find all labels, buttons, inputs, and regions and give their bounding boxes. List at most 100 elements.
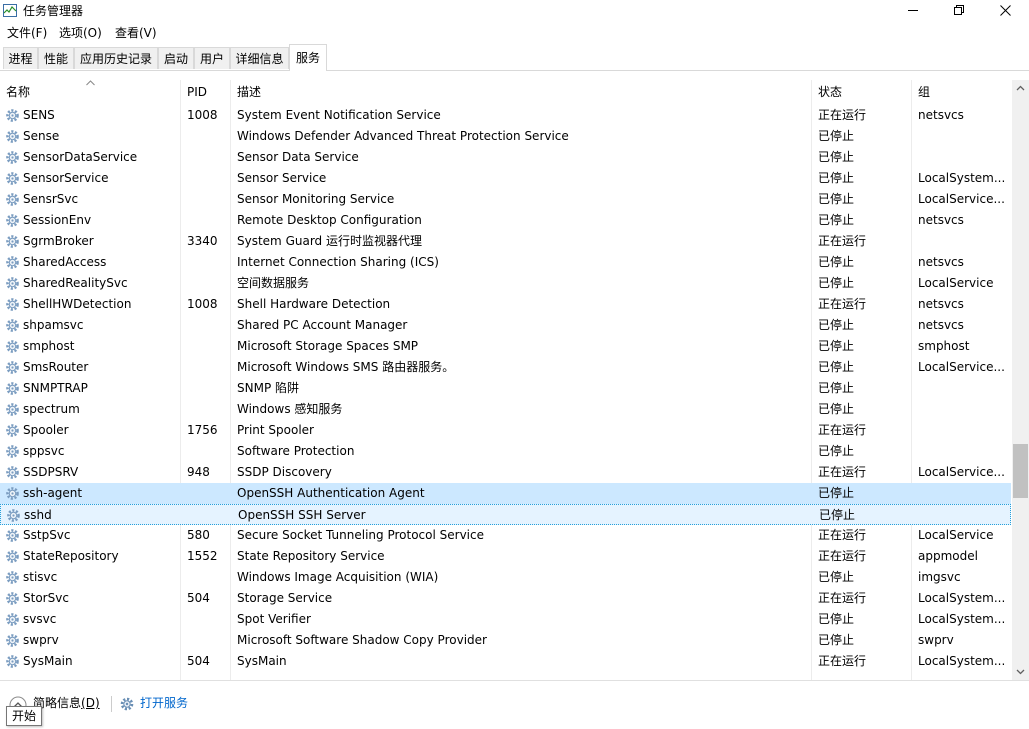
service-group: smphost [918, 339, 970, 353]
service-description: State Repository Service [237, 549, 385, 563]
service-status: 已停止 [818, 486, 855, 500]
service-name: Spooler [23, 423, 69, 437]
service-gear-icon [6, 172, 19, 185]
footer-bar: 简略信息(D) 打开服务 开始 [0, 680, 1029, 729]
scroll-down-button[interactable] [1012, 663, 1029, 680]
menu-file[interactable]: 文件(F) [7, 25, 47, 41]
service-name: SNMPTRAP [23, 381, 88, 395]
table-row[interactable]: SmsRouter Microsoft Windows SMS 路由器服务。 已停止… [0, 357, 1011, 378]
services-table: 名称 PID 描述 状态 组 SENS 1008 System Event Noti… [0, 80, 1013, 680]
service-gear-icon [6, 550, 19, 563]
service-pid [187, 273, 232, 294]
service-pid [187, 609, 232, 630]
menu-view[interactable]: 查看(V) [115, 25, 157, 41]
service-group: LocalSystem... [918, 591, 1006, 605]
service-group: LocalService... [918, 465, 1005, 479]
service-gear-icon [6, 361, 19, 374]
service-pid [187, 147, 232, 168]
table-row[interactable]: swprv Microsoft Software Shadow Copy Prov… [0, 630, 1011, 651]
service-pid [188, 505, 233, 526]
table-row[interactable]: SSDPSRV 948 SSDP Discovery 正在运行 LocalService… [0, 462, 1011, 483]
table-row[interactable]: sppsvc Software Protection 已停止 [0, 441, 1011, 462]
minimize-button[interactable] [891, 0, 937, 22]
table-row[interactable]: shpamsvc Shared PC Account Manager 已停止 nets… [0, 315, 1011, 336]
task-manager-window: 任务管理器 文件(F) 选项(O) 查看(V) 进程 性能 应用历史记录 启动 … [0, 0, 1029, 729]
service-pid [187, 357, 232, 378]
table-row[interactable]: svsvc Spot Verifier 已停止 LocalSystem... [0, 609, 1011, 630]
service-gear-icon [6, 487, 19, 500]
service-gear-icon [6, 655, 19, 668]
restore-button[interactable] [937, 0, 983, 22]
table-row[interactable]: SessionEnv Remote Desktop Configuration 已停… [0, 210, 1011, 231]
table-row[interactable]: smphost Microsoft Storage Spaces SMP 已停止 sm… [0, 336, 1011, 357]
column-header-pid[interactable]: PID [181, 80, 231, 104]
service-pid: 580 [187, 528, 210, 542]
table-row[interactable]: sshd OpenSSH SSH Server 已停止 [0, 504, 1011, 525]
table-row[interactable]: SstpSvc 580 Secure Socket Tunneling Protoc… [0, 525, 1011, 546]
table-row[interactable]: SNMPTRAP SNMP 陷阱 已停止 [0, 378, 1011, 399]
service-gear-icon [6, 613, 19, 626]
table-row[interactable]: SensrSvc Sensor Monitoring Service 已停止 Loca… [0, 189, 1011, 210]
table-row[interactable]: spectrum Windows 感知服务 已停止 [0, 399, 1011, 420]
service-group: LocalService [918, 528, 994, 542]
table-row[interactable]: stisvc Windows Image Acquisition (WIA) 已停止… [0, 567, 1011, 588]
service-pid [187, 168, 232, 189]
tab-performance[interactable]: 性能 [38, 47, 74, 69]
close-button[interactable] [983, 0, 1029, 22]
tab-startup[interactable]: 启动 [158, 47, 194, 69]
service-status: 正在运行 [818, 528, 867, 542]
service-gear-icon [7, 509, 20, 522]
fewer-details-button[interactable]: 简略信息(D) [33, 695, 100, 711]
service-description: Print Spooler [237, 423, 314, 437]
service-description: 空间数据服务 [237, 276, 310, 290]
table-row[interactable]: Spooler 1756 Print Spooler 正在运行 [0, 420, 1011, 441]
service-description: System Guard 运行时监视器代理 [237, 234, 422, 248]
table-row[interactable]: Sense Windows Defender Advanced Threat Pr… [0, 126, 1011, 147]
service-description: Storage Service [237, 591, 333, 605]
service-gear-icon [6, 256, 19, 269]
service-gear-icon [6, 424, 19, 437]
service-description: Microsoft Windows SMS 路由器服务。 [237, 360, 455, 374]
service-group: netsvcs [918, 255, 964, 269]
table-row[interactable]: ShellHWDetection 1008 Shell Hardware Detec… [0, 294, 1011, 315]
table-row[interactable]: StorSvc 504 Storage Service 正在运行 LocalSystem… [0, 588, 1011, 609]
service-gear-icon [6, 214, 19, 227]
service-group [918, 147, 1008, 168]
service-group: LocalService [918, 276, 994, 290]
service-status: 已停止 [818, 150, 855, 164]
column-header-group[interactable]: 组 [912, 80, 1011, 104]
table-row[interactable]: ssh-agent OpenSSH Authentication Agent 已停止 [0, 483, 1011, 504]
menu-options[interactable]: 选项(O) [59, 25, 102, 41]
table-row[interactable]: SharedAccess Internet Connection Sharing … [0, 252, 1011, 273]
table-row[interactable]: StateRepository 1552 State Repository Serv… [0, 546, 1011, 567]
service-status: 已停止 [818, 570, 855, 584]
table-header: 名称 PID 描述 状态 组 [0, 80, 1013, 104]
tab-users[interactable]: 用户 [194, 47, 230, 69]
table-row[interactable]: SensorDataService Sensor Data Service 已停止 [0, 147, 1011, 168]
tooltip: 开始 [6, 706, 43, 726]
table-row[interactable]: SENS 1008 System Event Notification Servic… [0, 105, 1011, 126]
scroll-up-button[interactable] [1012, 80, 1029, 97]
service-pid [187, 252, 232, 273]
column-header-name[interactable]: 名称 [0, 80, 181, 104]
column-header-description[interactable]: 描述 [231, 80, 812, 104]
service-name: smphost [23, 339, 75, 353]
service-name: SensorDataService [23, 150, 138, 164]
tab-app-history[interactable]: 应用历史记录 [74, 47, 158, 69]
table-row[interactable]: SharedRealitySvc 空间数据服务 已停止 LocalService [0, 273, 1011, 294]
vertical-scrollbar[interactable] [1012, 80, 1029, 680]
table-row[interactable]: SensorService Sensor Service 已停止 LocalSyste… [0, 168, 1011, 189]
tab-services[interactable]: 服务 [289, 44, 327, 71]
open-services-link[interactable]: 打开服务 [140, 695, 188, 711]
tab-details[interactable]: 详细信息 [230, 47, 289, 69]
service-group [918, 420, 1008, 441]
service-status: 已停止 [818, 339, 855, 353]
tab-processes[interactable]: 进程 [3, 47, 38, 69]
service-group: LocalSystem... [918, 612, 1006, 626]
service-group: netsvcs [918, 108, 964, 122]
scroll-thumb[interactable] [1013, 444, 1028, 498]
column-header-status[interactable]: 状态 [812, 80, 912, 104]
table-row[interactable]: SysMain 504 SysMain 正在运行 LocalSystem... [0, 651, 1011, 672]
table-row[interactable]: SgrmBroker 3340 System Guard 运行时监视器代理 正在运行 [0, 231, 1011, 252]
service-description: Windows Defender Advanced Threat Protect… [237, 129, 569, 143]
